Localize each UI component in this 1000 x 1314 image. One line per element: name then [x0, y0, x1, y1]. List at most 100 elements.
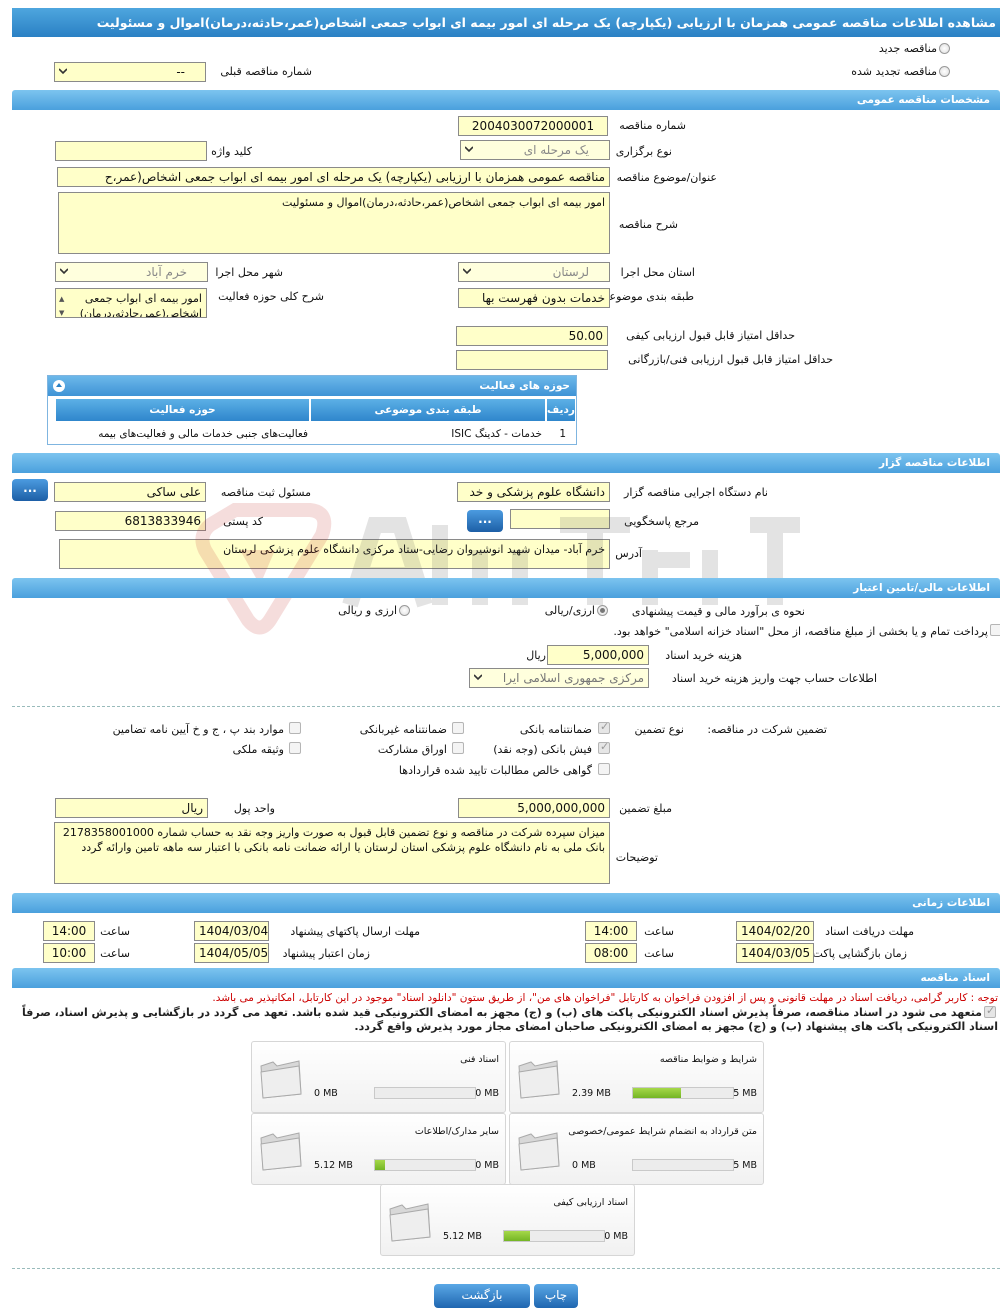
send-proposals-date: 1404/03/04 [194, 921, 269, 941]
chevron-down-icon [463, 268, 471, 275]
new-tender-label: مناقصه جدید [878, 42, 937, 55]
general-section-header: مشخصات مناقصه عمومی [12, 90, 1000, 110]
file-box[interactable]: اسناد ارزیابی کیفی 20 MB 5.12 MB [380, 1184, 635, 1256]
file-box[interactable]: سایر مدارک/اطلاعات 50 MB 5.12 MB [251, 1113, 506, 1185]
guarantee-section-label: تضمین شرکت در مناقصه: [707, 723, 827, 736]
opening-date: 1404/03/05 [736, 943, 814, 963]
subject-field: مناقصه عمومی همزمان با ارزیابی (یکپارچه)… [57, 167, 610, 187]
scroll-down-icon[interactable]: ▼ [59, 306, 64, 317]
bank-check-checkbox[interactable] [598, 740, 610, 754]
folder-icon [518, 1132, 560, 1171]
address-label: آدرس [615, 547, 642, 560]
registrar-field: علی ساکی [54, 482, 206, 502]
claims-cert-checkbox[interactable] [598, 763, 610, 775]
city-select[interactable]: خرم آباد [55, 262, 208, 282]
receive-docs-time: 14:00 [585, 921, 637, 941]
renewed-tender-radio[interactable] [939, 66, 950, 77]
min-quality-label: حداقل امتیاز قابل قبول ارزیابی کیفی [626, 329, 795, 342]
prev-number-select[interactable]: -- [54, 62, 206, 82]
opening-time: 08:00 [585, 943, 637, 963]
print-button[interactable]: چاپ [534, 1284, 578, 1308]
file-progress-bar [374, 1087, 476, 1099]
col-category: طبقه بندی موضوعی [311, 399, 545, 421]
opening-label: زمان بازگشایی پاکت ها [799, 947, 907, 960]
chevron-down-icon [465, 146, 473, 153]
row-activity: فعالیت‌های جنبی خدمات مالی و فعالیت‌های … [98, 428, 308, 440]
new-tender-radio[interactable] [939, 43, 950, 54]
category-field: خدمات بدون فهرست بها [458, 288, 610, 308]
currency-rial-radio[interactable] [597, 605, 608, 616]
registrar-more-button[interactable]: ... [12, 479, 48, 501]
row-category: خدمات - کدینگ ISIC [451, 428, 542, 440]
guarantee-amount-field: 5,000,000,000 [458, 798, 610, 818]
file-box[interactable]: متن قرارداد به انضمام شرایط عمومی/خصوصی … [509, 1113, 764, 1185]
folder-icon [518, 1060, 560, 1099]
activity-desc-field[interactable]: امور بیمه ای ابواب جمعی اشخاص(عمر،حادثه،… [55, 288, 207, 318]
doc-cost-unit: ریال [526, 649, 546, 662]
commitment-text: متعهد می شود در اسناد مناقصه، صرفاً پذیر… [22, 1006, 998, 1033]
file-box[interactable]: شرایط و ضوابط مناقصه 5 MB 2.39 MB [509, 1041, 764, 1113]
property-label: وثیقه ملکی [232, 743, 284, 756]
folder-icon [260, 1132, 302, 1171]
doc-cost-field: 5,000,000 [547, 645, 649, 665]
non-bank-guarantee-checkbox[interactable] [452, 722, 464, 734]
org-name-field: دانشگاه علوم پزشکی و خد [457, 482, 610, 502]
chevron-down-icon [60, 268, 68, 275]
postal-code-field: 6813833946 [55, 511, 206, 531]
postal-code-label: کد پستی [223, 515, 263, 528]
receive-time-label: ساعت [644, 925, 674, 938]
min-tech-field [456, 350, 608, 370]
collapse-icon[interactable] [53, 380, 65, 392]
currency-rial-label: ارزی/ریالی [544, 604, 595, 617]
validity-time-label: ساعت [100, 947, 130, 960]
keyword-label: کلید واژه [211, 145, 252, 158]
account-select[interactable]: مرکزی جمهوری اسلامی ایرا [469, 668, 649, 688]
scroll-up-icon[interactable]: ▲ [59, 292, 64, 307]
bonds-checkbox[interactable] [452, 742, 464, 754]
docs-section-header: اسناد مناقصه [12, 968, 1000, 988]
treasury-checkbox[interactable] [990, 624, 1000, 636]
bank-guarantee-label: ضمانتنامه بانکی [519, 723, 592, 736]
description-field: امور بیمه ای ابواب جمعی اشخاص(عمر،حادثه،… [58, 192, 610, 254]
row-number: 1 [559, 428, 566, 440]
guarantee-amount-label: مبلغ تضمین [619, 802, 672, 815]
treasury-label: پرداخت تمام و یا بخشی از مبلغ مناقصه، از… [613, 625, 988, 638]
currency-and-rial-radio[interactable] [399, 605, 410, 616]
file-progress-bar [374, 1159, 476, 1171]
bank-check-label: فیش بانکی (وجه نقد) [493, 743, 592, 756]
min-quality-field: 50.00 [456, 326, 608, 346]
regulation-items-label: موارد بند پ ، ج و خ آیین نامه تضامین [112, 723, 284, 736]
col-row-number: ردیف [547, 399, 575, 421]
divider [12, 1268, 1000, 1269]
activity-table-header: حوزه های فعالیت [48, 376, 576, 396]
file-progress-fill [375, 1160, 385, 1170]
regulation-items-checkbox[interactable] [289, 722, 301, 734]
address-field: خرم آباد- میدان شهید انوشیروان رضایی-ستا… [59, 539, 610, 569]
renewed-tender-label: مناقصه تجدید شده [851, 65, 937, 78]
reference-more-button[interactable]: ... [467, 510, 503, 532]
notes-field: میزان سپرده شرکت در مناقصه و نوع تضمین ق… [54, 822, 610, 884]
tender-number-field: 2004030072000001 [458, 116, 608, 136]
send-time-label: ساعت [100, 925, 130, 938]
min-tech-label: حداقل امتیاز قابل قبول ارزیابی فنی/بازرگ… [628, 353, 833, 366]
estimate-label: نحوه ی برآورد مالی و قیمت پیشنهادی [631, 605, 805, 618]
validity-label: زمان اعتبار پیشنهاد [282, 947, 370, 960]
holding-type-select[interactable]: یک مرحله ای [460, 140, 610, 160]
guarantee-type-label: نوع تضمین [634, 723, 684, 736]
description-label: شرح مناقصه [618, 218, 678, 231]
file-box[interactable]: اسناد فنی 50 MB 0 MB [251, 1041, 506, 1113]
currency-unit-field: ریال [55, 798, 208, 818]
province-select[interactable]: لرستان [458, 262, 610, 282]
file-progress-fill [504, 1231, 530, 1241]
bank-guarantee-checkbox[interactable] [598, 720, 610, 734]
prev-number-label: شماره مناقصه قبلی [220, 65, 312, 78]
send-proposals-time: 14:00 [43, 921, 95, 941]
back-button[interactable]: بازگشت [434, 1284, 530, 1308]
finance-section-header: اطلاعات مالی/تامین اعتبار [12, 578, 1000, 598]
keyword-field[interactable] [55, 141, 207, 161]
province-label: استان محل اجرا [620, 266, 695, 279]
property-checkbox[interactable] [289, 742, 301, 754]
send-proposals-label: مهلت ارسال پاکتهای پیشنهاد [290, 925, 420, 938]
city-label: شهر محل اجرا [215, 266, 283, 279]
file-progress-bar [632, 1087, 734, 1099]
